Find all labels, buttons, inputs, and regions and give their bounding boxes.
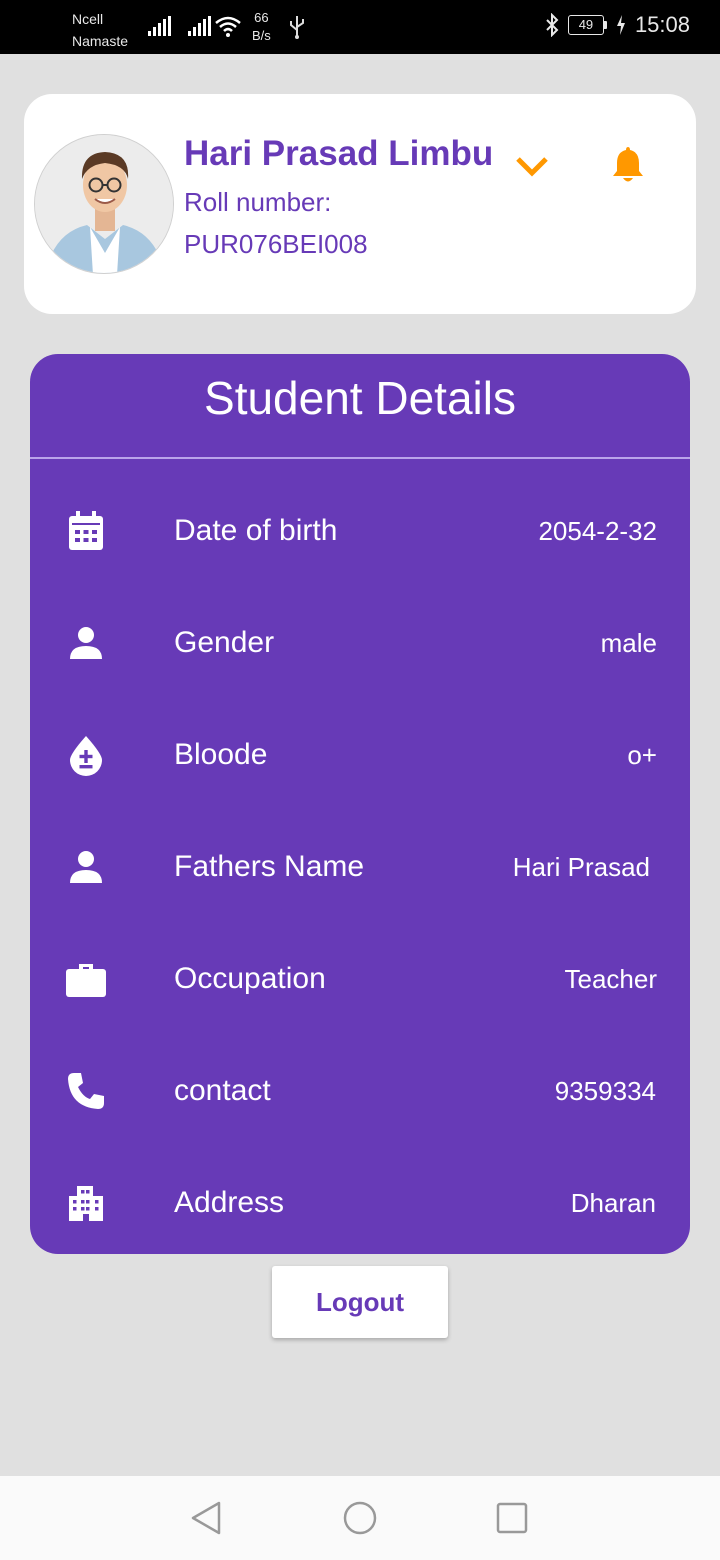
calendar-icon: [64, 509, 108, 553]
carrier-info: Ncell Namaste: [72, 8, 128, 52]
detail-row-address: Address Dharan: [30, 1169, 690, 1233]
carrier-network: Namaste: [72, 33, 129, 49]
detail-value: Hari Prasad: [512, 852, 650, 882]
recents-button[interactable]: [492, 1498, 532, 1538]
blood-drop-icon: [64, 733, 108, 777]
detail-row-contact: contact 9359334: [30, 1057, 690, 1121]
detail-row-blood-group: Bloode o+: [30, 721, 690, 785]
detail-label: Fathers Name: [174, 850, 365, 883]
home-circle-icon: [343, 1501, 377, 1535]
profile-photo-icon: [35, 135, 173, 273]
briefcase-icon: [64, 957, 108, 1001]
profile-dropdown-button[interactable]: [512, 146, 552, 186]
status-right: 49 15:08: [544, 12, 690, 38]
usb-icon: [290, 16, 304, 39]
detail-value: 9359334: [554, 1076, 656, 1106]
logout-button[interactable]: Logout: [272, 1266, 448, 1338]
network-speed-unit: B/s: [252, 28, 271, 43]
person-icon: [64, 845, 108, 889]
person-icon: [64, 621, 108, 665]
chevron-down-icon: [516, 157, 548, 177]
profile-card: Hari Prasad Limbu Roll number: PUR076BEI…: [24, 94, 696, 314]
back-button[interactable]: [186, 1498, 226, 1538]
notifications-button[interactable]: [608, 142, 648, 186]
clock: 15:08: [634, 12, 690, 37]
carrier-name: Ncell: [72, 11, 104, 27]
avatar[interactable]: [34, 134, 174, 274]
recents-square-icon: [496, 1502, 528, 1534]
wifi-icon: [215, 16, 241, 37]
back-triangle-icon: [191, 1501, 221, 1535]
detail-label: Date of birth: [174, 514, 338, 547]
detail-label: contact: [174, 1074, 271, 1107]
detail-value: o+: [627, 740, 657, 770]
detail-row-date-of-birth: Date of birth 2054-2-32: [30, 497, 690, 561]
roll-number-value: PUR076BEI008: [184, 229, 368, 259]
battery-icon: 49: [567, 15, 607, 35]
details-title: Student Details: [204, 372, 516, 424]
detail-label: Occupation: [174, 962, 326, 995]
detail-value: Dharan: [570, 1188, 656, 1218]
building-icon: [64, 1181, 108, 1225]
system-nav-bar: [0, 1476, 720, 1560]
detail-label: Gender: [174, 626, 275, 659]
student-name: Hari Prasad Limbu: [184, 134, 494, 173]
network-speed-value: 66: [254, 10, 269, 25]
detail-row-occupation: Occupation Teacher: [30, 945, 690, 1009]
detail-value: Teacher: [564, 964, 658, 994]
charging-icon: [616, 15, 625, 35]
divider: [30, 457, 690, 459]
student-details-card: Student Details Date of birth 2054-2-32: [30, 354, 690, 1254]
network-speed: 66 B/s: [252, 9, 271, 45]
bluetooth-icon: [546, 13, 559, 37]
status-bar: Ncell Namaste 66 B/s 49 15:08: [0, 0, 720, 54]
detail-value: male: [600, 628, 657, 658]
battery-level: 49: [567, 15, 604, 35]
signal-strength-icon: [188, 16, 211, 36]
phone-icon: [64, 1069, 108, 1113]
detail-row-fathers-name: Fathers Name Hari Prasad: [30, 833, 690, 897]
roll-number-label: Roll number:: [184, 187, 332, 217]
home-button[interactable]: [340, 1498, 380, 1538]
detail-label: Bloode: [174, 738, 268, 771]
detail-label: Address: [174, 1186, 285, 1219]
bell-icon: [613, 147, 643, 182]
detail-row-gender: Gender male: [30, 609, 690, 673]
signal-strength-icon: [148, 16, 171, 36]
detail-value: 2054-2-32: [538, 516, 657, 546]
